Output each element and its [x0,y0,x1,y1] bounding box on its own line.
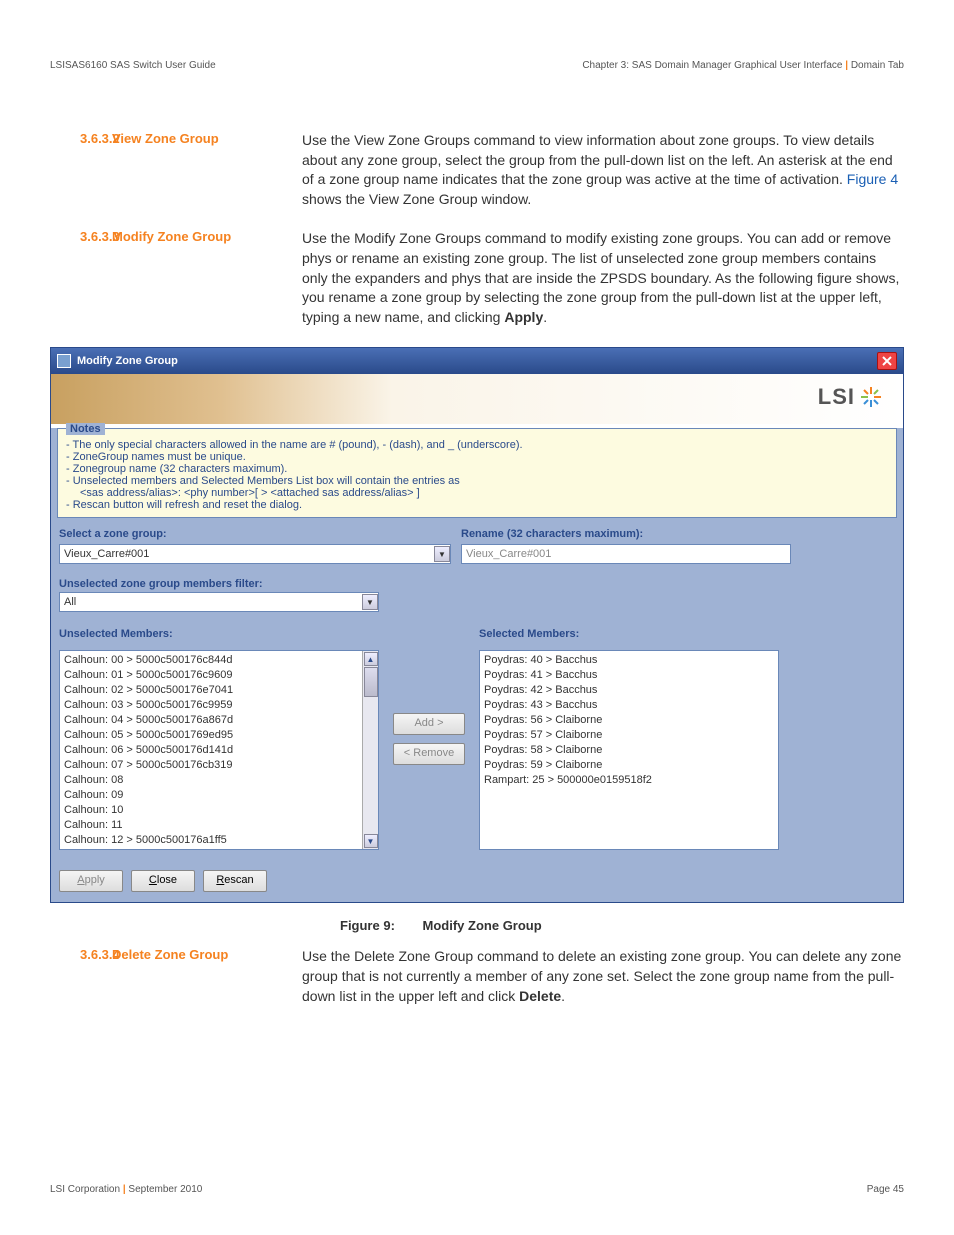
section-delete-zone-group: 3.6.3.4 Delete Zone Group Use the Delete… [50,947,904,1006]
list-item[interactable]: Poydras: 58 > Claiborne [484,743,774,758]
notes-legend: Notes [66,423,105,435]
list-item[interactable]: Poydras: 41 > Bacchus [484,668,774,683]
section-view-zone-group: 3.6.3.2 View Zone Group Use the View Zon… [50,131,904,209]
list-item[interactable]: Calhoun: 07 > 5000c500176cb319 [64,758,358,773]
list-item[interactable]: Calhoun: 11 [64,818,358,833]
note-item: Unselected members and Selected Members … [66,475,888,487]
list-item[interactable]: Calhoun: 12 > 5000c500176a1ff5 [64,833,358,848]
section-number: 3.6.3.4 [50,947,112,1006]
dialog-banner: LSI [51,374,903,424]
list-item[interactable]: Calhoun: 03 > 5000c500176c9959 [64,698,358,713]
list-item[interactable]: Rampart: 25 > 500000e0159518f2 [484,773,774,788]
list-item[interactable]: Calhoun: 08 [64,773,358,788]
list-item[interactable]: Calhoun: 09 [64,788,358,803]
scroll-thumb[interactable] [364,667,378,697]
list-item[interactable]: Calhoun: 06 > 5000c500176d141d [64,743,358,758]
section-title: Modify Zone Group [112,229,302,327]
note-item: Rescan button will refresh and reset the… [66,499,888,511]
list-item[interactable]: Poydras: 40 > Bacchus [484,653,774,668]
note-item: Zonegroup name (32 characters maximum). [66,463,888,475]
list-item[interactable]: Calhoun: 05 > 5000c5001769ed95 [64,728,358,743]
section-title: View Zone Group [112,131,302,209]
figure-caption: Figure 9: Modify Zone Group [340,918,904,933]
section-body: Use the Delete Zone Group command to del… [302,947,904,1006]
section-number: 3.6.3.3 [50,229,112,327]
list-item[interactable]: Poydras: 59 > Claiborne [484,758,774,773]
scrollbar[interactable]: ▲ ▼ [362,651,378,849]
dialog-footer-buttons: Apply Close Rescan [51,860,903,902]
remove-button[interactable]: < Remove [393,743,465,765]
list-item[interactable]: Calhoun: 02 > 5000c500176e7041 [64,683,358,698]
page-number: Page 45 [867,1184,904,1195]
selected-members-list[interactable]: Poydras: 40 > BacchusPoydras: 41 > Bacch… [479,650,779,850]
list-item[interactable]: Calhoun: 10 [64,803,358,818]
chevron-down-icon: ▼ [362,594,378,610]
scroll-up-icon[interactable]: ▲ [364,652,378,666]
rename-label: Rename (32 characters maximum): [461,528,895,540]
header-left: LSISAS6160 SAS Switch User Guide [50,60,216,71]
app-icon [57,354,71,368]
filter-dropdown[interactable]: All ▼ [59,592,379,612]
lsi-logo: LSI [818,384,883,410]
dialog-title: Modify Zone Group [77,355,178,367]
page-footer: LSI Corporation | September 2010 Page 45 [50,1184,904,1195]
figure-link[interactable]: Figure 4 [847,171,898,187]
section-body: Use the Modify Zone Groups command to mo… [302,229,904,327]
page-header: LSISAS6160 SAS Switch User Guide Chapter… [50,60,904,71]
rescan-button[interactable]: Rescan [203,870,267,892]
chevron-down-icon: ▼ [434,546,450,562]
list-item[interactable]: Poydras: 43 > Bacchus [484,698,774,713]
section-title: Delete Zone Group [112,947,302,1006]
note-item-indent: <sas address/alias>: <phy number>[ > <at… [66,487,888,499]
apply-button[interactable]: Apply [59,870,123,892]
unselected-members-list[interactable]: Calhoun: 00 > 5000c500176c844dCalhoun: 0… [59,650,379,850]
list-item[interactable]: Calhoun: 01 > 5000c500176c9609 [64,668,358,683]
close-dialog-button[interactable]: Close [131,870,195,892]
list-item[interactable]: Calhoun: 00 > 5000c500176c844d [64,653,358,668]
selected-label: Selected Members: [479,628,779,640]
section-body: Use the View Zone Groups command to view… [302,131,904,209]
note-item: ZoneGroup names must be unique. [66,451,888,463]
filter-label: Unselected zone group members filter: [59,578,895,590]
dialog-titlebar[interactable]: Modify Zone Group [51,348,903,374]
close-button[interactable] [877,352,897,370]
list-item[interactable]: Poydras: 57 > Claiborne [484,728,774,743]
note-item: The only special characters allowed in t… [66,439,888,451]
notes-box: Notes The only special characters allowe… [57,428,897,518]
rename-input[interactable]: Vieux_Carre#001 [461,544,791,564]
add-button[interactable]: Add > [393,713,465,735]
list-item[interactable]: Calhoun: 04 > 5000c500176a867d [64,713,358,728]
modify-zone-group-dialog: Modify Zone Group LSI [50,347,904,903]
section-modify-zone-group: 3.6.3.3 Modify Zone Group Use the Modify… [50,229,904,327]
scroll-down-icon[interactable]: ▼ [364,834,378,848]
header-right: Chapter 3: SAS Domain Manager Graphical … [582,60,904,71]
list-item[interactable]: Poydras: 56 > Claiborne [484,713,774,728]
zone-group-dropdown[interactable]: Vieux_Carre#001 ▼ [59,544,451,564]
section-number: 3.6.3.2 [50,131,112,209]
unselected-label: Unselected Members: [59,628,379,640]
select-zone-group-label: Select a zone group: [59,528,451,540]
list-item[interactable]: Poydras: 42 > Bacchus [484,683,774,698]
